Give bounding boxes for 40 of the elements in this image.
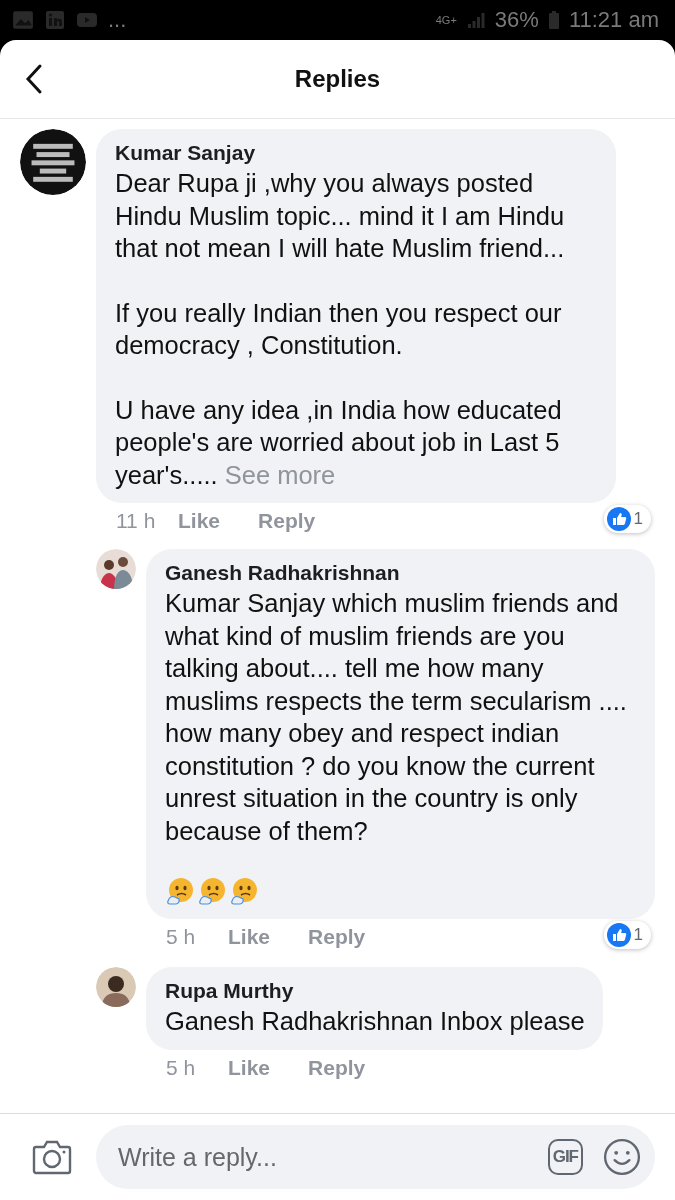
like-button[interactable]: Like	[228, 925, 271, 949]
overflow-indicator: ...	[108, 7, 127, 33]
reply-field[interactable]: Write a reply... GIF	[96, 1125, 655, 1189]
see-more-link[interactable]: See more	[224, 460, 336, 489]
like-button[interactable]: Like	[228, 1055, 271, 1080]
page-title: Replies	[294, 65, 381, 93]
emoji-icon[interactable]	[603, 1138, 641, 1176]
image-icon	[12, 10, 34, 30]
gif-button[interactable]: GIF	[547, 1139, 583, 1175]
comment-text: Ganesh Radhakrishnan Inbox please	[165, 1006, 585, 1037]
comment-time: 11 h	[116, 509, 157, 533]
network-type: 4G+	[435, 14, 457, 26]
reaction-count[interactable]: 1	[603, 921, 651, 949]
comment-text: If you really Indian then you respect our democracy , Constitution.	[115, 297, 563, 361]
author-name[interactable]: Ganesh Radhakrishnan	[165, 559, 637, 587]
thinking-face-icon	[229, 877, 259, 907]
camera-icon[interactable]	[32, 1139, 72, 1175]
battery-icon	[548, 11, 559, 29]
comment-time: 5 h	[166, 925, 197, 949]
video-icon	[76, 10, 98, 30]
signal-icon	[466, 12, 485, 28]
reply-button[interactable]: Reply	[258, 509, 316, 533]
back-icon[interactable]	[24, 63, 44, 95]
reaction-count[interactable]: 1	[603, 505, 651, 533]
comment-text: U have any idea ,in India how educated people's are worried about job in Last 5 year's..... See more	[115, 394, 563, 491]
clock: 11:21 am	[568, 7, 659, 33]
comment-time: 5 h	[166, 1055, 197, 1080]
author-name[interactable]: Rupa Murthy	[165, 977, 585, 1005]
like-button[interactable]: Like	[178, 509, 221, 533]
comment-text: Kumar Sanjay which muslim friends and what kind of muslim friends are you talking about.... tell me how many muslims respects the term secularism .... how many obey and respect indian constitution ? do you know the current unrest situation in the country is only because of them?	[165, 588, 628, 847]
comment-text: Dear Rupa ji ,why you always posted Hindu Muslim topic... mind it I am Hindu that not mean I will hate Muslim friend...	[115, 168, 566, 264]
thinking-face-icon	[165, 877, 195, 907]
linkedin-icon	[44, 10, 66, 30]
reply-button[interactable]: Reply	[308, 925, 366, 949]
battery-percent: 36%	[494, 7, 539, 33]
author-name[interactable]: Kumar Sanjay	[115, 139, 598, 167]
thinking-face-icon	[197, 877, 227, 907]
like-icon	[606, 923, 631, 947]
reply-button[interactable]: Reply	[308, 1055, 366, 1080]
like-icon	[606, 507, 631, 531]
